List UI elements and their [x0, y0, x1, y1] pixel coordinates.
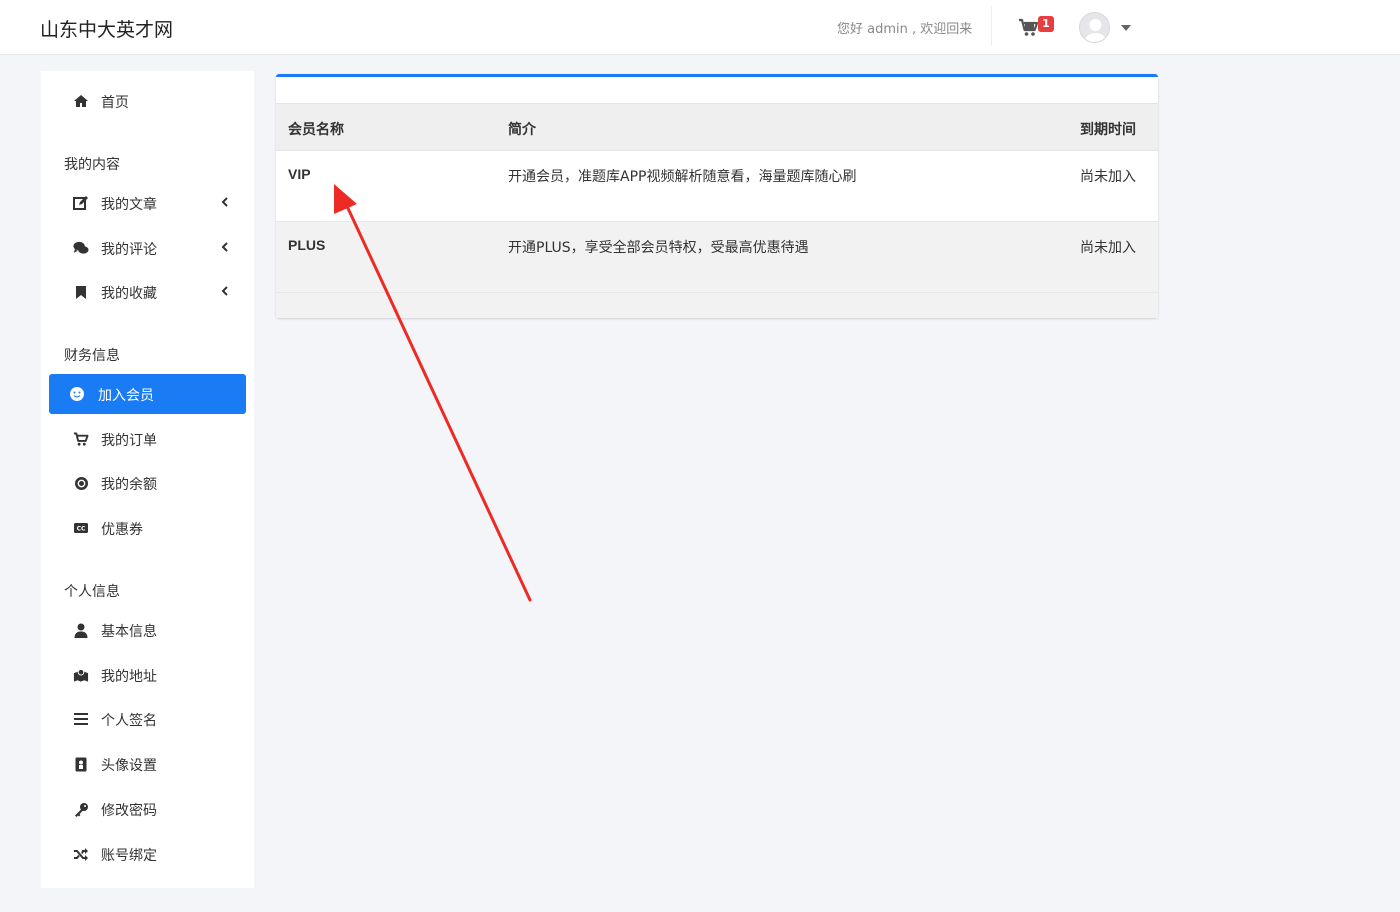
column-header-description: 简介 [508, 122, 536, 138]
sidebar-item-change-password[interactable]: 修改密码 [49, 789, 246, 829]
sidebar-item-signature[interactable]: 个人签名 [49, 699, 246, 739]
key-icon [73, 801, 89, 817]
chevron-left-icon [221, 285, 229, 299]
sidebar-item-balance[interactable]: 我的余额 [49, 463, 246, 503]
sidebar-item-label: 我的地址 [101, 669, 157, 685]
comments-icon [73, 240, 89, 256]
map-marked-icon [73, 667, 89, 683]
sidebar-item-label: 我的收藏 [101, 286, 157, 302]
svg-text:CC: CC [77, 526, 86, 533]
sidebar-item-label: 账号绑定 [101, 848, 157, 864]
sidebar-item-address[interactable]: 我的地址 [49, 655, 246, 695]
edit-icon [73, 195, 89, 211]
sidebar-item-account-binding[interactable]: 账号绑定 [49, 834, 246, 874]
top-navbar: 山东中大英才网 您好 admin , 欢迎回来 1 [0, 0, 1400, 55]
site-logo-text[interactable]: 山东中大英才网 [40, 15, 173, 42]
sidebar-item-coupons[interactable]: CC 优惠券 [49, 508, 246, 548]
sidebar-item-label: 我的余额 [101, 477, 157, 493]
sidebar-item-label: 头像设置 [101, 758, 157, 774]
bookmark-icon [73, 284, 89, 300]
cart-icon [73, 431, 89, 447]
sidebar-item-avatar-settings[interactable]: 头像设置 [49, 744, 246, 784]
sidebar-item-label: 我的评论 [101, 242, 157, 258]
portrait-icon [73, 756, 89, 772]
coupon-icon: CC [73, 520, 89, 536]
sidebar-item-label: 修改密码 [101, 803, 157, 819]
user-avatar[interactable] [1079, 12, 1110, 43]
welcome-greeting: 您好 admin , 欢迎回来 [837, 22, 973, 37]
sidebar-item-articles[interactable]: 我的文章 [49, 183, 246, 223]
sidebar-item-label: 加入会员 [98, 388, 154, 404]
member-description: 开通会员，准题库APP视频解析随意看，海量题库随心刷 [508, 169, 857, 185]
home-icon [73, 93, 89, 109]
section-heading-finance: 财务信息 [64, 348, 120, 364]
table-footer [276, 293, 1158, 318]
sidebar: 首页 我的内容 我的文章 我的评论 我的收藏 财务信息 加入会员 我的订单 我的… [41, 71, 254, 888]
user-icon [73, 622, 89, 638]
column-header-expiry: 到期时间 [1080, 122, 1136, 138]
cart-count-badge: 1 [1038, 16, 1054, 32]
sidebar-item-comments[interactable]: 我的评论 [49, 228, 246, 268]
member-name: PLUS [288, 237, 326, 253]
section-heading-personal: 个人信息 [64, 584, 120, 600]
section-heading-content: 我的内容 [64, 157, 120, 173]
member-description: 开通PLUS，享受全部会员特权，受最高优惠待遇 [508, 240, 809, 256]
member-expiry: 尚未加入 [1080, 240, 1136, 256]
smile-icon [69, 386, 85, 402]
membership-card: 会员名称 简介 到期时间 VIP 开通会员，准题库APP视频解析随意看，海量题库… [276, 74, 1158, 318]
sidebar-item-label: 个人签名 [101, 713, 157, 729]
header-divider [991, 6, 992, 46]
sidebar-item-label: 我的文章 [101, 197, 157, 213]
table-row[interactable]: VIP 开通会员，准题库APP视频解析随意看，海量题库随心刷 尚未加入 [276, 151, 1158, 222]
coin-icon [73, 475, 89, 491]
bars-icon [73, 711, 89, 727]
sidebar-item-label: 优惠券 [101, 522, 143, 538]
table-row[interactable]: PLUS 开通PLUS，享受全部会员特权，受最高优惠待遇 尚未加入 [276, 222, 1158, 293]
sidebar-item-label: 我的订单 [101, 433, 157, 449]
sidebar-item-join-member[interactable]: 加入会员 [49, 374, 246, 414]
sidebar-item-label: 基本信息 [101, 624, 157, 640]
sidebar-item-orders[interactable]: 我的订单 [49, 419, 246, 459]
cart-icon[interactable] [1018, 18, 1040, 38]
column-header-name: 会员名称 [288, 122, 344, 138]
sidebar-item-basic-info[interactable]: 基本信息 [49, 610, 246, 650]
user-menu-caret-icon[interactable] [1121, 25, 1131, 31]
sidebar-item-label: 首页 [101, 95, 129, 111]
sidebar-item-home[interactable]: 首页 [49, 81, 246, 121]
chevron-left-icon [221, 241, 229, 255]
member-name: VIP [288, 166, 311, 182]
member-expiry: 尚未加入 [1080, 169, 1136, 185]
table-header: 会员名称 简介 到期时间 [276, 103, 1158, 151]
sidebar-item-favorites[interactable]: 我的收藏 [49, 272, 246, 312]
random-icon [73, 846, 89, 862]
chevron-left-icon [221, 196, 229, 210]
